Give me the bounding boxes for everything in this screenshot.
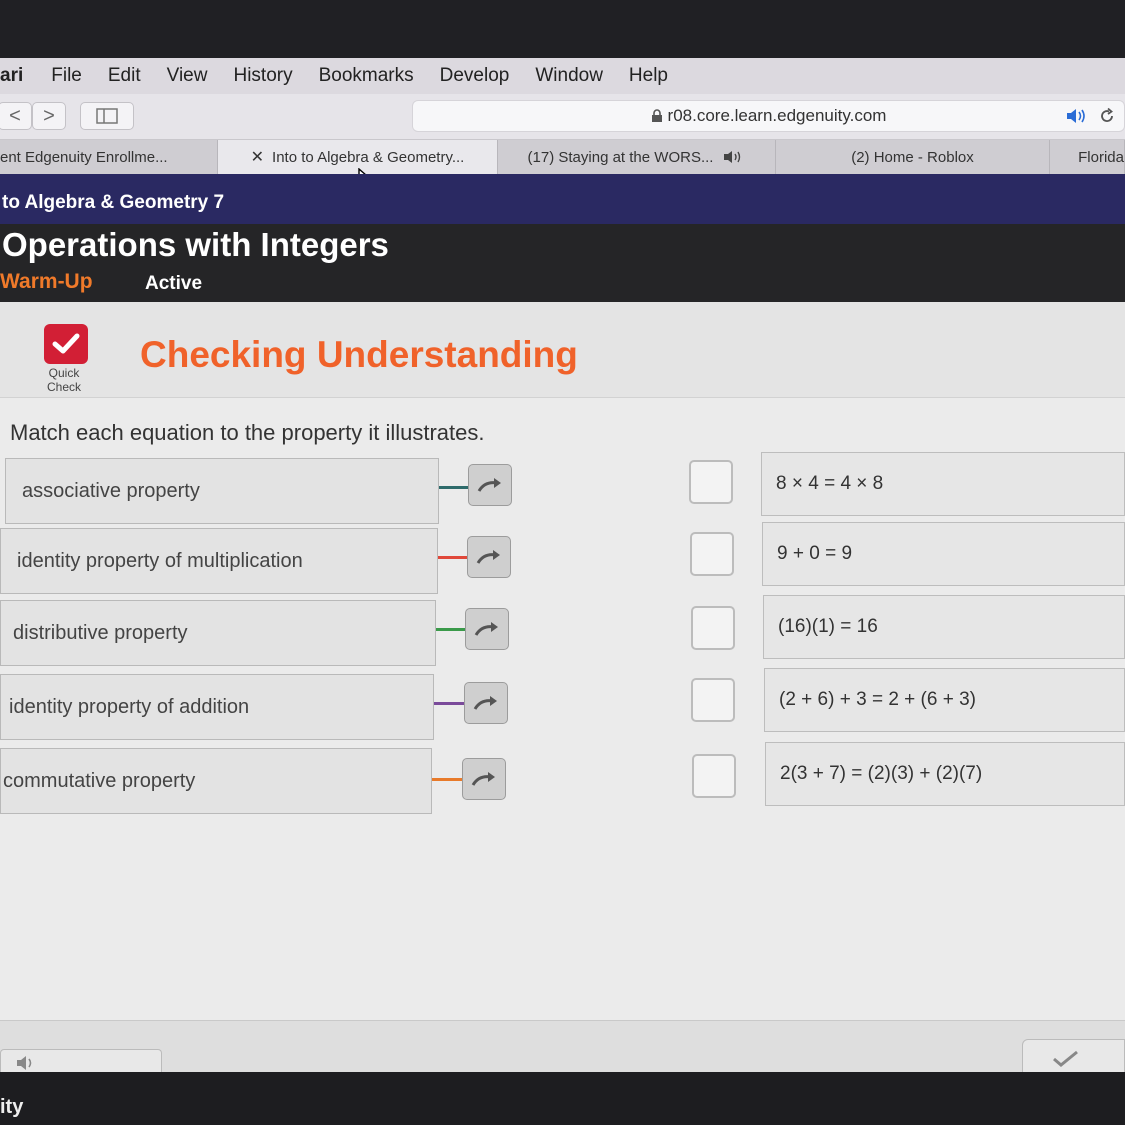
tab-florida[interactable]: Florida	[1050, 140, 1125, 174]
term-associative-property[interactable]: associative property	[5, 458, 439, 524]
tab-label: (2) Home - Roblox	[851, 148, 974, 166]
equation-text: 9 + 0 = 9	[777, 543, 853, 564]
url-icons	[1065, 107, 1116, 130]
term-commutative-property[interactable]: commutative property	[0, 748, 432, 814]
term-label: identity property of multiplication	[17, 549, 303, 572]
menu-file[interactable]: File	[51, 65, 82, 87]
match-arrow-button[interactable]	[465, 608, 509, 650]
match-arrow-button[interactable]	[468, 464, 512, 506]
curved-arrow-icon	[476, 550, 500, 564]
tab-edgenuity-enrollment[interactable]: ent Edgenuity Enrollme...	[0, 140, 218, 174]
match-arrow-button[interactable]	[462, 758, 506, 800]
lesson-title: Operations with Integers	[2, 226, 389, 263]
audio-button[interactable]	[0, 1049, 162, 1073]
activity-content: Quick Check Checking Understanding Match…	[0, 302, 1125, 1072]
lesson-status: Active	[145, 273, 203, 294]
term-label: commutative property	[3, 769, 196, 792]
connector-line	[438, 556, 468, 559]
curved-arrow-icon	[471, 772, 495, 786]
address-bar[interactable]: r08.core.learn.edgenuity.com	[412, 100, 1125, 132]
term-distributive-property[interactable]: distributive property	[0, 600, 436, 666]
match-arrow-button[interactable]	[467, 536, 511, 578]
back-button[interactable]: <	[0, 102, 32, 130]
equation-commutative-example: 8 × 4 = 4 × 8	[761, 452, 1125, 516]
tab-label: Into to Algebra & Geometry...	[272, 148, 465, 166]
app-menu[interactable]: ari	[0, 65, 23, 87]
url-text: r08.core.learn.edgenuity.com	[667, 106, 887, 125]
taskbar: ity	[0, 1072, 1125, 1125]
equation-associative-example: (2 + 6) + 3 = 2 + (6 + 3)	[764, 668, 1125, 732]
tab-label: Florida	[1078, 148, 1124, 166]
activity-header: Quick Check Checking Understanding	[0, 302, 1125, 398]
match-drop-target[interactable]	[692, 754, 736, 798]
match-drop-target[interactable]	[691, 678, 735, 722]
equation-text: 8 × 4 = 4 × 8	[776, 473, 884, 494]
audio-playing-icon[interactable]	[1065, 107, 1089, 125]
equation-text: (16)(1) = 16	[778, 616, 878, 637]
equation-text: 2(3 + 7) = (2)(3) + (2)(7)	[780, 763, 983, 784]
menu-help[interactable]: Help	[629, 65, 668, 87]
connector-line	[439, 486, 469, 489]
equation-identity-multiplication-example: (16)(1) = 16	[763, 595, 1125, 659]
tab-label: ent Edgenuity Enrollme...	[0, 148, 168, 166]
connector-line	[436, 628, 466, 631]
equation-distributive-example: 2(3 + 7) = (2)(3) + (2)(7)	[765, 742, 1125, 806]
menu-history[interactable]: History	[233, 65, 292, 87]
quick-check-icon	[44, 324, 88, 364]
quick-check-label-line2: Check	[46, 380, 81, 394]
course-title-bar: to Algebra & Geometry 7	[0, 174, 1125, 224]
speaker-icon	[17, 1056, 32, 1070]
tab-bar: ent Edgenuity Enrollme... ✕ Into to Alge…	[0, 140, 1125, 174]
tab-staying-worst[interactable]: (17) Staying at the WORS...	[498, 140, 776, 174]
term-label: distributive property	[13, 621, 188, 644]
match-drop-target[interactable]	[689, 460, 733, 504]
equation-identity-addition-example: 9 + 0 = 9	[762, 522, 1125, 586]
browser-toolbar: < > r08.core.learn.edgenuity.com	[0, 94, 1125, 140]
done-button[interactable]	[1022, 1039, 1125, 1073]
menu-view[interactable]: View	[167, 65, 208, 87]
taskbar-text: ity	[0, 1096, 24, 1118]
course-title: to Algebra & Geometry 7	[2, 192, 225, 213]
term-label: identity property of addition	[9, 695, 250, 718]
section-title: Checking Understanding	[140, 334, 578, 375]
quick-check-label: Quick Check	[40, 366, 88, 394]
curved-arrow-icon	[477, 478, 501, 492]
connector-line	[434, 702, 464, 705]
reload-icon[interactable]	[1098, 107, 1116, 125]
menu-bookmarks[interactable]: Bookmarks	[319, 65, 414, 87]
connector-line	[432, 778, 462, 781]
term-identity-property-addition[interactable]: identity property of addition	[0, 674, 434, 740]
menu-edit[interactable]: Edit	[108, 65, 141, 87]
match-drop-target[interactable]	[690, 532, 734, 576]
match-arrow-button[interactable]	[464, 682, 508, 724]
close-tab-icon[interactable]: ✕	[251, 147, 264, 167]
mac-menubar: ari File Edit View History Bookmarks Dev…	[0, 58, 1125, 94]
back-icon: <	[9, 104, 21, 127]
curved-arrow-icon	[473, 696, 497, 710]
menu-develop[interactable]: Develop	[440, 65, 510, 87]
term-identity-property-multiplication[interactable]: identity property of multiplication	[0, 528, 438, 594]
equation-text: (2 + 6) + 3 = 2 + (6 + 3)	[779, 689, 976, 710]
menu-window[interactable]: Window	[535, 65, 603, 87]
forward-button[interactable]: >	[32, 102, 66, 130]
sidebar-icon	[96, 108, 118, 124]
screen-bezel	[0, 0, 1125, 58]
tab-roblox-home[interactable]: (2) Home - Roblox	[776, 140, 1050, 174]
forward-icon: >	[43, 104, 55, 127]
speaker-icon[interactable]	[723, 150, 745, 164]
lock-icon	[651, 109, 662, 122]
sidebar-toggle-button[interactable]	[80, 102, 134, 130]
match-drop-target[interactable]	[691, 606, 735, 650]
lesson-activity-type: Warm-Up	[0, 270, 93, 293]
instruction-text: Match each equation to the property it i…	[10, 420, 485, 445]
checkmark-icon	[1053, 1050, 1078, 1067]
curved-arrow-icon	[474, 622, 498, 636]
lesson-header: Operations with Integers Warm-Up Active	[0, 224, 1125, 302]
activity-footer	[0, 1020, 1125, 1073]
term-label: associative property	[22, 479, 200, 502]
tab-label: (17) Staying at the WORS...	[527, 148, 714, 166]
quick-check-label-line1: Quick	[48, 366, 80, 380]
